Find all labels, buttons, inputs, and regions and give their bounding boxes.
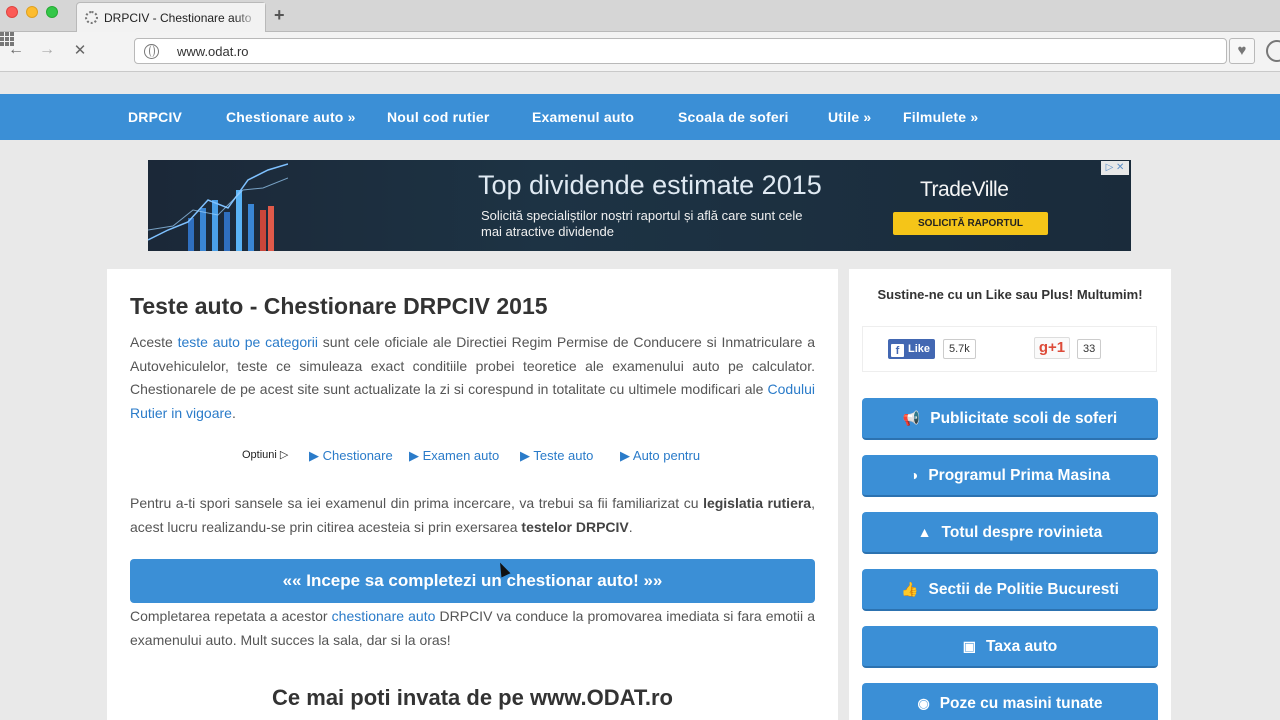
stop-loading-icon[interactable]: ✕ bbox=[70, 41, 90, 59]
publicitate-button[interactable]: 📢 Publicitate scoli de soferi bbox=[862, 398, 1158, 440]
url-text[interactable]: www.odat.ro bbox=[177, 44, 249, 59]
nav-item-filmulete[interactable]: Filmulete » bbox=[903, 109, 978, 125]
poze-masini-button[interactable]: ◉ Poze cu masini tunate bbox=[862, 683, 1158, 720]
sidebar-heading: Sustine-ne cu un Like sau Plus! Multumim… bbox=[877, 287, 1143, 302]
chestionare-auto-link[interactable]: chestionare auto bbox=[332, 608, 436, 624]
prima-masina-button[interactable]: ◑ Programul Prima Masina bbox=[862, 455, 1158, 497]
option-teste-auto-link[interactable]: ▶ Teste auto bbox=[520, 448, 593, 464]
minimize-window-button[interactable] bbox=[26, 6, 38, 18]
success-paragraph: Completarea repetata a acestor chestiona… bbox=[130, 605, 815, 652]
page-viewport: DRPCIV Chestionare auto » Noul cod rutie… bbox=[0, 73, 1280, 720]
facebook-icon: f bbox=[891, 344, 904, 357]
options-row: Optiuni ▷ ▶ Chestionare ▶ Examen auto ▶ … bbox=[107, 448, 838, 468]
prima-masina-label: Programul Prima Masina bbox=[928, 467, 1111, 484]
thumbs-up-icon: 👍 bbox=[901, 581, 919, 597]
nav-item-noul-cod-rutier[interactable]: Noul cod rutier bbox=[387, 109, 490, 125]
loading-spinner-icon bbox=[85, 11, 98, 24]
banner-title: Top dividende estimate 2015 bbox=[478, 170, 822, 200]
browser-toolbar: ← → ✕ www.odat.ro ♥ bbox=[0, 32, 1280, 72]
sidebar: Sustine-ne cu un Like sau Plus! Multumim… bbox=[849, 269, 1171, 720]
nav-item-utile[interactable]: Utile » bbox=[828, 109, 871, 125]
forward-arrow-icon[interactable]: → bbox=[37, 41, 57, 59]
sectii-politie-label: Sectii de Politie Bucuresti bbox=[928, 581, 1119, 598]
page-title: Teste auto - Chestionare DRPCIV 2015 bbox=[130, 293, 548, 319]
sectii-politie-button[interactable]: 👍 Sectii de Politie Bucuresti bbox=[862, 569, 1158, 611]
browser-tab[interactable]: DRPCIV - Chestionare auto online bbox=[76, 2, 266, 32]
road-icon: ▲ bbox=[917, 524, 932, 540]
social-buttons: f Like 5.7k g+1 33 bbox=[862, 326, 1157, 372]
start-quiz-button[interactable]: «« Incepe sa completezi un chestionar au… bbox=[130, 559, 815, 603]
teste-auto-link[interactable]: teste auto pe categorii bbox=[178, 334, 318, 350]
close-window-button[interactable] bbox=[6, 6, 18, 18]
nav-item-chestionare-auto[interactable]: Chestionare auto » bbox=[226, 109, 356, 125]
taxa-auto-button[interactable]: ▣ Taxa auto bbox=[862, 626, 1158, 668]
globe-icon bbox=[144, 44, 159, 59]
option-auto-pentru-link[interactable]: ▶ Auto pentru bbox=[620, 448, 700, 464]
gplus-count: 33 bbox=[1077, 339, 1102, 359]
publicitate-label: Publicitate scoli de soferi bbox=[930, 410, 1118, 427]
legislation-text-1: Pentru a-ti spori sansele sa iei examenu… bbox=[130, 495, 704, 511]
options-label: Optiuni ▷ bbox=[242, 449, 289, 461]
back-arrow-icon[interactable]: ← bbox=[6, 41, 26, 59]
nav-item-examenul-auto[interactable]: Examenul auto bbox=[532, 109, 634, 125]
new-tab-plus-icon[interactable]: + bbox=[274, 5, 285, 26]
tab-title: DRPCIV - Chestionare auto online bbox=[104, 11, 254, 25]
ad-close-icon[interactable]: ▷ ✕ bbox=[1101, 161, 1129, 175]
maximize-window-button[interactable] bbox=[46, 6, 58, 18]
option-examen-auto-link[interactable]: ▶ Examen auto bbox=[409, 448, 499, 464]
stock-chart-graphic bbox=[148, 163, 288, 251]
rovinieta-button[interactable]: ▲ Totul despre rovinieta bbox=[862, 512, 1158, 554]
section-subtitle: Ce mai poti invata de pe www.ODAT.ro bbox=[272, 685, 673, 710]
legislation-text-3: . bbox=[628, 518, 633, 535]
poze-masini-label: Poze cu masini tunate bbox=[939, 695, 1103, 712]
tab-title-fade bbox=[235, 3, 265, 32]
intro-text-1: Aceste bbox=[130, 334, 178, 350]
browser-tab-bar: DRPCIV - Chestionare auto online + bbox=[0, 0, 1280, 32]
banner-subtitle: Solicită specialiștilor noștri raportul … bbox=[481, 208, 803, 239]
facebook-like-button[interactable]: f Like bbox=[888, 339, 936, 359]
intro-paragraph: Aceste teste auto pe categorii sunt cele… bbox=[130, 331, 815, 425]
like-count: 5.7k bbox=[943, 339, 976, 359]
google-plus-button[interactable]: g+1 bbox=[1034, 337, 1070, 359]
rovinieta-label: Totul despre rovinieta bbox=[941, 524, 1103, 541]
legislation-paragraph: Pentru a-ti spori sansele sa iei examenu… bbox=[130, 492, 815, 539]
like-label: Like bbox=[908, 343, 931, 355]
camera-icon: ◉ bbox=[917, 695, 930, 711]
extension-icon[interactable] bbox=[1266, 40, 1280, 62]
heart-icon[interactable]: ♥ bbox=[1229, 38, 1255, 64]
speedometer-icon: ◑ bbox=[909, 467, 919, 483]
site-nav-bar: DRPCIV Chestionare auto » Noul cod rutie… bbox=[0, 94, 1280, 140]
main-content: Teste auto - Chestionare DRPCIV 2015 Ace… bbox=[107, 269, 838, 720]
testelor-drpciv-bold: testelor DRPCIV bbox=[521, 518, 629, 535]
address-bar[interactable]: www.odat.ro bbox=[134, 38, 1227, 64]
megaphone-icon: 📢 bbox=[902, 410, 921, 426]
ad-banner[interactable]: Top dividende estimate 2015 Solicită spe… bbox=[148, 160, 1131, 251]
legislatia-rutiera-bold: legislatia rutiera bbox=[703, 495, 812, 511]
money-icon: ▣ bbox=[962, 638, 977, 654]
banner-cta-button[interactable]: SOLICITĂ RAPORTUL bbox=[893, 212, 1048, 235]
banner-brand-logo: TradeVille bbox=[920, 178, 1009, 201]
intro-text-3: . bbox=[231, 404, 236, 421]
success-text-1: Completarea repetata a acestor bbox=[130, 608, 332, 624]
option-chestionare-link[interactable]: ▶ Chestionare bbox=[309, 448, 393, 464]
taxa-auto-label: Taxa auto bbox=[986, 638, 1058, 655]
nav-item-scoala-de-soferi[interactable]: Scoala de soferi bbox=[678, 109, 789, 125]
nav-item-drpciv[interactable]: DRPCIV bbox=[128, 109, 182, 125]
